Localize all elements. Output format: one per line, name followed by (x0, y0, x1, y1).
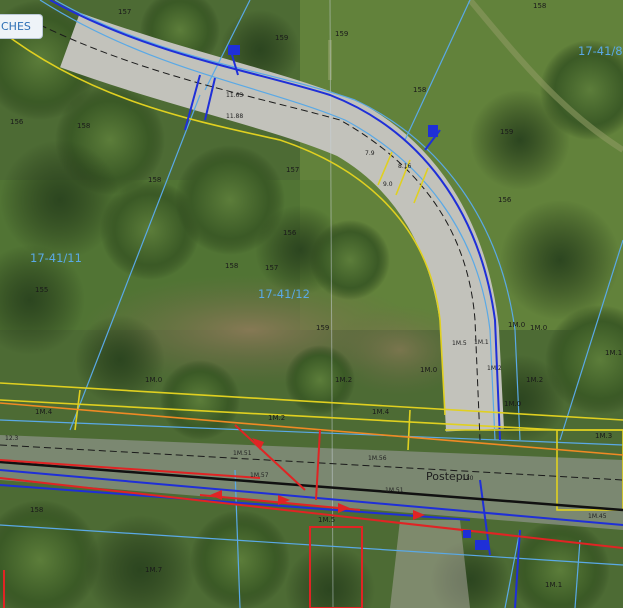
road-annotation: 9.0 (383, 181, 393, 188)
street-number-label: 130 (462, 475, 474, 482)
parcel-label-17-41-11: 17-41/11 (30, 251, 82, 265)
elevation-point: 1M.3 (595, 432, 612, 440)
elevation-point: 158 (533, 2, 546, 10)
elevation-point: 1M.1 (605, 349, 622, 357)
elevation-point: 1M.4 (372, 408, 390, 416)
elevation-point: 1M.0 (530, 324, 547, 332)
elevation-point: 1M.4 (35, 408, 53, 416)
road-annotation: 1M.1 (474, 339, 489, 346)
road-annotation: 1M.51 (233, 450, 252, 457)
elevation-point: 156 (498, 196, 512, 204)
road-annotation: 8.16 (398, 163, 412, 170)
elevation-point: 155 (35, 286, 48, 294)
map-viewport[interactable]: Postepu 130 17-41/8 17-41/11 17-41/12 15… (0, 0, 623, 608)
elevation-point: 159 (275, 34, 288, 42)
road-annotation: 1M.5 (452, 340, 467, 347)
parcel-label-17-41-12: 17-41/12 (258, 287, 310, 301)
elevation-point: 158 (413, 86, 426, 94)
search-panel-button[interactable]: CHES (0, 14, 43, 39)
elevation-point: 159 (500, 128, 513, 136)
parcel-label-17-41-8: 17-41/8 (578, 44, 623, 58)
elevation-point: 1M.0 (508, 321, 525, 329)
elevation-point: 159 (335, 30, 348, 38)
elevation-point: 1M.2 (335, 376, 352, 384)
road-annotation: 12.3 (5, 435, 19, 442)
elevation-point: 1M.1 (545, 581, 562, 589)
elevation-point: 1M.2 (526, 376, 543, 384)
road-annotation: 1M.57 (250, 472, 269, 479)
road-annotation: 1M.56 (368, 455, 387, 462)
elevation-point: 157 (118, 8, 131, 16)
elevation-point: 159 (316, 324, 329, 332)
elevation-point: 157 (265, 264, 278, 272)
elevation-point: 1M.0 (420, 366, 437, 374)
road-annotation: 7.9 (365, 150, 375, 157)
elevation-point: 1M.0 (145, 376, 162, 384)
road-annotation: 1M.45 (588, 513, 607, 520)
elevation-point: 1M.5 (318, 516, 335, 524)
road-annotation: 1M.51 (385, 487, 404, 494)
elevation-point: 156 (10, 118, 24, 126)
road-annotation: 1M.2 (487, 365, 502, 372)
elevation-point: 158 (148, 176, 161, 184)
road-annotation: 11.63 (226, 92, 243, 99)
elevation-point: 158 (30, 506, 43, 514)
elevation-point: 1M.0 (504, 400, 521, 408)
aerial-map-layer: Postepu 130 17-41/8 17-41/11 17-41/12 15… (0, 0, 623, 608)
elevation-point: 157 (286, 166, 299, 174)
elevation-point: 1M.7 (145, 566, 162, 574)
elevation-point: 1M.2 (268, 414, 285, 422)
driveway-surface (390, 520, 470, 608)
elevation-point: 158 (225, 262, 238, 270)
road-annotation: 11.88 (226, 113, 243, 120)
elevation-point: 156 (283, 229, 297, 237)
elevation-point: 158 (77, 122, 90, 130)
